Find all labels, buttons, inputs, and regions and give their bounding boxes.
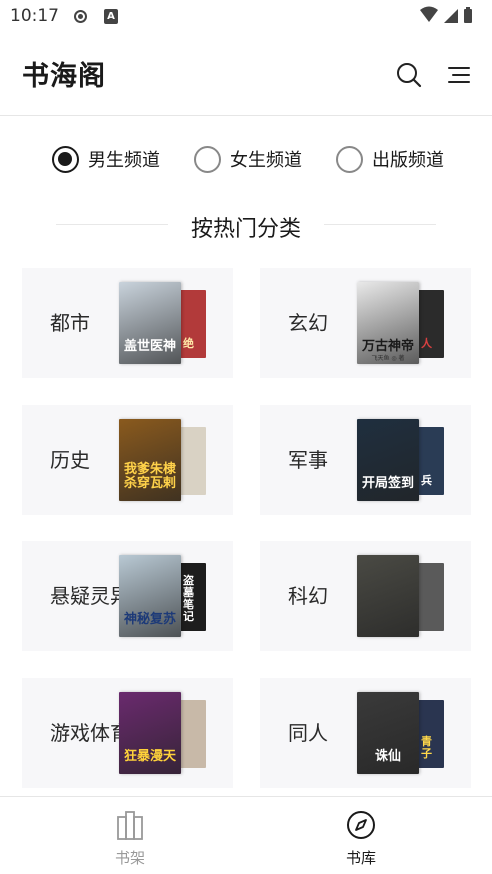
- book-title: 诛仙: [374, 749, 401, 764]
- category-card[interactable]: 军事兵开局签到: [260, 405, 471, 515]
- book-cover: 诛仙: [357, 692, 419, 774]
- record-icon: [74, 10, 87, 23]
- book-title: 我爹朱棣 杀穿瓦剌: [123, 462, 176, 491]
- category-label: 悬疑灵异: [50, 584, 130, 608]
- book-cover: 盖世医神: [119, 282, 181, 364]
- nav-library[interactable]: 书库: [281, 797, 441, 874]
- nav-label: 书架: [114, 849, 145, 867]
- book-cover-back: [418, 563, 444, 631]
- status-time: 10:17: [10, 6, 59, 26]
- book-cover-back: [180, 427, 206, 495]
- category-label: 都市: [50, 311, 90, 335]
- menu-icon[interactable]: [442, 60, 472, 90]
- channel-female[interactable]: 女生频道: [194, 140, 302, 178]
- channel-selector: 男生频道 女生频道 出版频道: [0, 140, 492, 178]
- book-cover-back: [180, 700, 206, 768]
- bookshelf-icon: [115, 809, 145, 841]
- wifi-icon: [420, 6, 438, 22]
- book-cover-back: 兵: [418, 427, 444, 495]
- section-title: 按热门分类: [190, 217, 301, 242]
- book-title: 人: [421, 337, 432, 350]
- category-card[interactable]: 历史我爹朱棣 杀穿瓦剌: [22, 405, 233, 515]
- status-right-icons: [418, 6, 478, 30]
- status-bar: 10:17 A: [0, 0, 492, 34]
- radio-publish[interactable]: [336, 145, 363, 173]
- book-cover-back: 青子: [418, 700, 444, 768]
- battery-icon: [464, 9, 472, 23]
- category-card[interactable]: 都市绝盖世医神: [22, 268, 233, 378]
- signal-icon: [444, 9, 458, 23]
- book-title: 青子: [421, 735, 432, 760]
- app-header: 书海阁: [0, 34, 492, 116]
- category-label: 历史: [50, 448, 90, 472]
- channel-publish[interactable]: 出版频道: [336, 140, 444, 178]
- category-label: 玄幻: [288, 311, 328, 335]
- book-cover: 神秘复苏: [119, 555, 181, 637]
- channel-male[interactable]: 男生频道: [52, 140, 160, 178]
- category-card[interactable]: 同人青子诛仙: [260, 678, 471, 788]
- category-card[interactable]: 玄幻人万古神帝 飞天鱼 ◎ 著: [260, 268, 471, 378]
- section-header: 按热门分类: [0, 205, 492, 245]
- app-logo: 书海阁: [22, 61, 106, 92]
- compass-icon: [346, 809, 376, 841]
- book-title: 神秘复苏: [123, 612, 176, 627]
- nav-label: 书库: [345, 849, 376, 867]
- book-title: 狂暴漫天: [123, 749, 176, 764]
- book-title: 万古神帝: [361, 339, 414, 354]
- book-title: 绝: [183, 337, 194, 350]
- book-cover-back: 人: [418, 290, 444, 358]
- book-cover: [357, 555, 419, 637]
- book-author: 飞天鱼 ◎ 著: [371, 355, 405, 362]
- radio-male[interactable]: [52, 145, 79, 173]
- accessibility-icon: A: [104, 9, 118, 24]
- category-card[interactable]: 悬疑灵异 盗墓笔记 神秘复苏: [22, 541, 233, 651]
- book-title: 盗墓笔记: [183, 574, 194, 623]
- category-label: 同人: [288, 721, 328, 745]
- book-cover-back: 绝: [180, 290, 206, 358]
- book-cover: 万古神帝 飞天鱼 ◎ 著: [357, 282, 419, 364]
- divider: [324, 224, 436, 225]
- book-cover-back: 盗墓笔记: [180, 563, 206, 631]
- radio-female[interactable]: [194, 145, 221, 173]
- category-card[interactable]: 游戏体育狂暴漫天: [22, 678, 233, 788]
- search-icon[interactable]: [394, 60, 424, 90]
- nav-bookshelf[interactable]: 书架: [50, 797, 210, 874]
- category-label: 科幻: [288, 584, 328, 608]
- book-title: 兵: [421, 474, 432, 487]
- bottom-nav: 书架 书库: [0, 796, 492, 874]
- category-card[interactable]: 科幻: [260, 541, 471, 651]
- channel-label: 出版频道: [372, 150, 444, 171]
- book-title: 开局签到: [361, 476, 414, 491]
- book-title: 盖世医神: [123, 339, 176, 354]
- book-cover: 狂暴漫天: [119, 692, 181, 774]
- book-cover: 开局签到: [357, 419, 419, 501]
- book-cover: 我爹朱棣 杀穿瓦剌: [119, 419, 181, 501]
- category-label: 军事: [288, 448, 328, 472]
- channel-label: 女生频道: [230, 150, 302, 171]
- category-label: 游戏体育: [50, 721, 130, 745]
- channel-label: 男生频道: [88, 150, 160, 171]
